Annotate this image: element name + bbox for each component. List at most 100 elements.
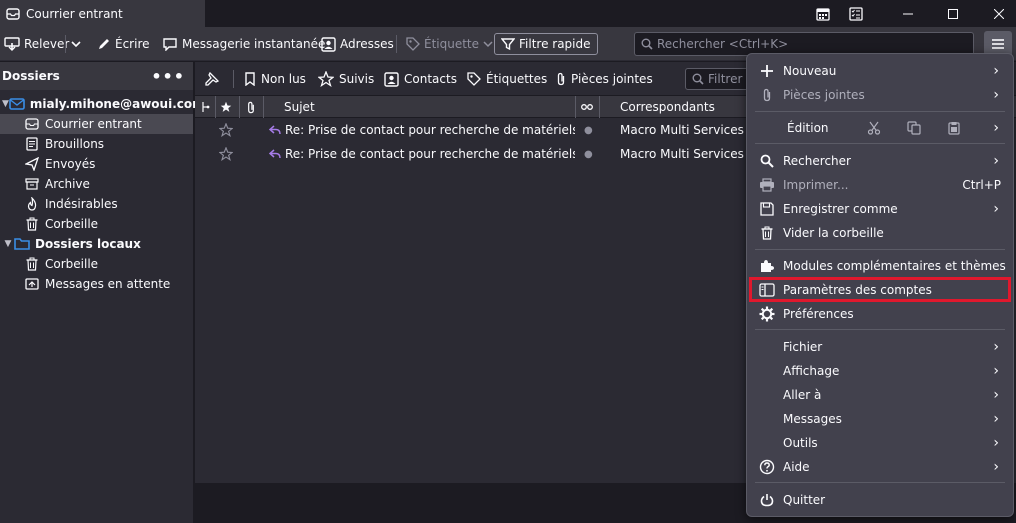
trash-icon (24, 216, 40, 232)
maximize-icon[interactable] (938, 0, 968, 27)
star-icon[interactable] (219, 142, 233, 166)
trash-icon (24, 256, 40, 272)
chevron-right-icon: › (993, 459, 999, 475)
subject-column-header[interactable]: Sujet (284, 96, 315, 118)
tags-filter-button[interactable]: Étiquettes (467, 70, 547, 88)
folder-drafts[interactable]: Brouillons (0, 134, 193, 154)
read-status-column-icon[interactable] (581, 96, 593, 118)
menu-item-addons[interactable]: Modules complémentaires et thèmes (747, 254, 1013, 278)
menu-item-messages[interactable]: Messages › (747, 407, 1013, 431)
menu-item-edit: Édition › (747, 116, 1013, 140)
correspondents-column-header[interactable]: Correspondants (620, 96, 715, 118)
chevron-down-icon[interactable]: ▼ (2, 99, 9, 109)
chevron-right-icon: › (993, 339, 999, 355)
column-divider (239, 96, 240, 118)
puzzle-icon (758, 257, 776, 275)
tab-inbox[interactable]: Courrier entrant (0, 0, 205, 27)
close-icon[interactable] (984, 0, 1014, 27)
starred-label: Suivis (339, 72, 375, 86)
menu-label: Messages (783, 412, 842, 426)
contacts-filter-button[interactable]: Contacts (384, 70, 457, 88)
outbox-icon (24, 276, 40, 292)
bookmark-icon (244, 72, 256, 86)
cut-icon[interactable] (865, 119, 883, 137)
get-messages-button[interactable]: Relever (4, 33, 69, 55)
chevron-right-icon: › (993, 435, 999, 451)
trash-icon (758, 224, 776, 242)
minimize-icon[interactable] (893, 0, 923, 27)
folder-sent[interactable]: Envoyés (0, 154, 193, 174)
thread-column-icon[interactable] (201, 96, 211, 118)
chat-bubble-icon (162, 37, 178, 51)
column-divider (263, 96, 264, 118)
chevron-down-icon[interactable]: ▼ (2, 239, 14, 249)
menu-divider (755, 482, 1005, 483)
chevron-right-icon: › (993, 363, 999, 379)
column-divider (599, 96, 600, 118)
chevron-right-icon: › (993, 87, 999, 103)
menu-label: Aide (783, 460, 810, 474)
local-folder-outbox[interactable]: Messages en attente (0, 274, 193, 294)
address-book-button[interactable]: Adresses (321, 33, 394, 55)
menu-divider (755, 143, 1005, 144)
send-icon (24, 156, 40, 172)
folder-inbox[interactable]: Courrier entrant (0, 114, 193, 134)
plus-icon (758, 62, 776, 80)
folder-label: Envoyés (45, 157, 96, 171)
tag-icon (406, 37, 420, 51)
more-options-icon[interactable]: ••• (151, 67, 185, 86)
unread-filter-button[interactable]: Non lus (244, 70, 306, 88)
column-divider (575, 96, 576, 118)
message-subject: Re: Prise de contact pour recherche de m… (285, 147, 575, 161)
menu-item-preferences[interactable]: Préférences (747, 302, 1013, 326)
write-button[interactable]: Écrire (97, 33, 150, 55)
tag-button[interactable]: Étiquette (406, 33, 493, 55)
starred-filter-button[interactable]: Suivis (318, 70, 374, 88)
menu-item-find[interactable]: Rechercher › (747, 149, 1013, 173)
menu-item-attachments[interactable]: Pièces jointes › (747, 83, 1013, 107)
archive-icon (24, 176, 40, 192)
menu-label: Rechercher (783, 154, 851, 168)
menu-item-quit[interactable]: Quitter (747, 488, 1013, 512)
menu-divider (755, 329, 1005, 330)
read-status-dot[interactable]: ● (584, 118, 593, 142)
menu-item-new[interactable]: Nouveau › (747, 59, 1013, 83)
local-folder-trash[interactable]: Corbeille (0, 254, 193, 274)
calendar-icon[interactable] (812, 0, 834, 27)
chat-button[interactable]: Messagerie instantanée (162, 33, 325, 55)
menu-item-print[interactable]: Imprimer... Ctrl+P (747, 173, 1013, 197)
paste-icon[interactable] (945, 119, 963, 137)
address-book-label: Adresses (340, 37, 394, 51)
message-subject: Re: Prise de contact pour recherche de m… (285, 123, 575, 137)
folder-archive[interactable]: Archive (0, 174, 193, 194)
tasks-icon[interactable] (845, 0, 867, 27)
star-column-icon[interactable] (220, 96, 232, 118)
chevron-right-icon[interactable]: › (993, 120, 999, 136)
menu-item-help[interactable]: Aide › (747, 455, 1013, 479)
local-folders-label: Dossiers locaux (35, 237, 141, 251)
search-icon (692, 73, 704, 85)
menu-item-empty-trash[interactable]: Vider la corbeille (747, 221, 1013, 245)
local-folders-row[interactable]: ▼ Dossiers locaux (0, 234, 193, 254)
sticky-filter-button[interactable] (205, 70, 219, 88)
read-status-dot[interactable]: ● (584, 142, 593, 166)
menu-item-go[interactable]: Aller à › (747, 383, 1013, 407)
star-icon[interactable] (219, 118, 233, 142)
quick-filter-button[interactable]: Filtre rapide (494, 33, 598, 55)
attachments-filter-button[interactable]: Pièces jointes (556, 70, 653, 88)
account-row[interactable]: ▼ mialy.mihone@awoui.com (0, 94, 205, 114)
message-correspondent: Macro Multi Services (620, 123, 744, 137)
menu-label: Affichage (783, 364, 840, 378)
attachment-column-icon[interactable] (246, 96, 256, 118)
menu-item-save-as[interactable]: Enregistrer comme › (747, 197, 1013, 221)
get-messages-dropdown[interactable] (70, 33, 82, 55)
paperclip-icon (758, 86, 776, 104)
folder-junk[interactable]: Indésirables (0, 194, 193, 214)
folder-trash[interactable]: Corbeille (0, 214, 193, 234)
menu-item-file[interactable]: Fichier › (747, 335, 1013, 359)
menu-item-tools[interactable]: Outils › (747, 431, 1013, 455)
menu-item-view[interactable]: Affichage › (747, 359, 1013, 383)
folder-label: Corbeille (45, 217, 99, 231)
copy-icon[interactable] (905, 119, 923, 137)
write-label: Écrire (115, 37, 150, 51)
